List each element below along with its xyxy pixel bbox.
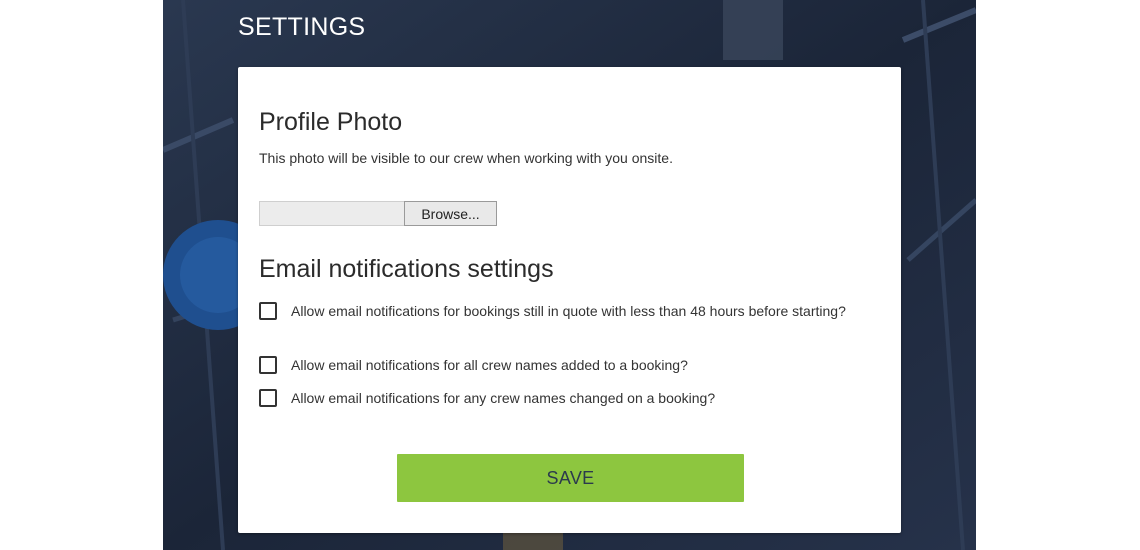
save-button[interactable]: SAVE xyxy=(397,454,744,502)
notification-option-crew-added: Allow email notifications for all crew n… xyxy=(259,354,869,376)
notification-option-crew-changed: Allow email notifications for any crew n… xyxy=(259,387,869,409)
page-title: SETTINGS xyxy=(238,13,366,41)
option-label: Allow email notifications for bookings s… xyxy=(291,303,846,319)
email-notifications-heading: Email notifications settings xyxy=(259,255,554,283)
option-label: Allow email notifications for all crew n… xyxy=(291,357,688,373)
checkbox-quote-48h[interactable] xyxy=(259,302,277,321)
file-path-field[interactable] xyxy=(259,201,404,226)
notification-option-quote-48h: Allow email notifications for bookings s… xyxy=(259,300,869,322)
option-label: Allow email notifications for any crew n… xyxy=(291,390,716,406)
profile-photo-heading: Profile Photo xyxy=(259,108,403,136)
checkbox-crew-added[interactable] xyxy=(259,356,277,375)
checkbox-crew-changed[interactable] xyxy=(259,389,277,408)
settings-card: Profile Photo This photo will be visible… xyxy=(238,67,901,533)
profile-photo-description: This photo will be visible to our crew w… xyxy=(259,150,673,166)
browse-button[interactable]: Browse... xyxy=(404,201,497,226)
background-panel: SETTINGS Profile Photo This photo will b… xyxy=(163,0,976,550)
file-upload: Browse... xyxy=(259,201,497,226)
